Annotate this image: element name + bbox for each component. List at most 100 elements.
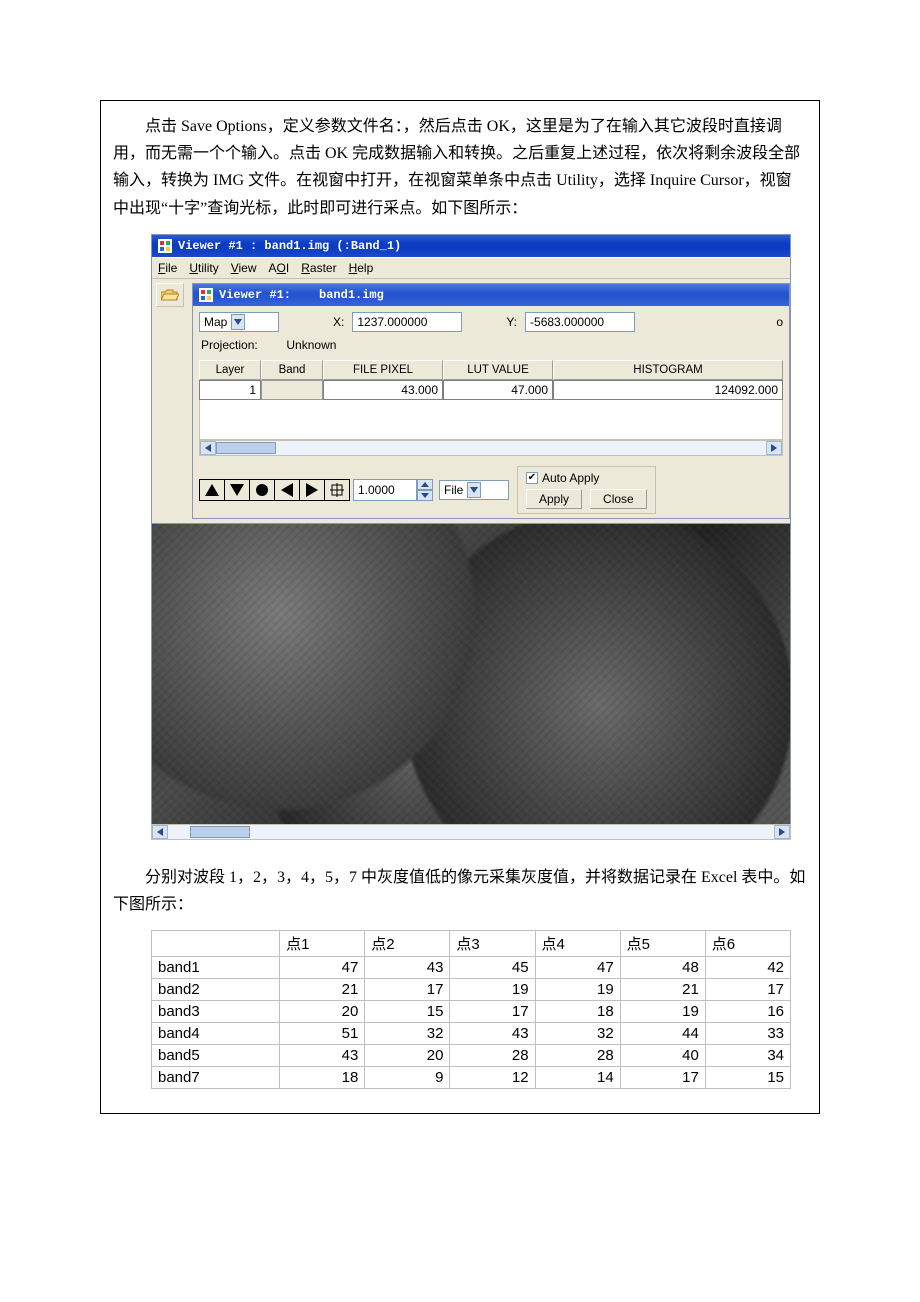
cell-value: 14 xyxy=(535,1067,620,1089)
cell-histogram[interactable]: 124092.000 xyxy=(553,380,783,400)
inquire-titlebar[interactable]: Viewer #1: band1.img xyxy=(193,284,789,306)
open-file-button[interactable] xyxy=(156,283,184,307)
scroll-thumb[interactable] xyxy=(190,826,250,838)
auto-apply-checkbox[interactable]: ✔ Auto Apply xyxy=(526,471,599,485)
row-label: band4 xyxy=(152,1023,280,1045)
cell-band[interactable] xyxy=(261,380,323,400)
cell-value: 18 xyxy=(535,1001,620,1023)
app-logo-icon xyxy=(158,239,172,253)
zoom-value[interactable]: 1.0000 xyxy=(353,479,417,501)
triangle-down-icon[interactable] xyxy=(224,479,250,501)
menu-help[interactable]: Help xyxy=(349,261,374,275)
row-label: band2 xyxy=(152,979,280,1001)
viewer-titlebar[interactable]: Viewer #1 : band1.img (:Band_1) xyxy=(152,235,790,257)
coord-mode-value: Map xyxy=(204,315,227,329)
cell-lut-value[interactable]: 47.000 xyxy=(443,380,553,400)
table-row: band718912141715 xyxy=(152,1067,791,1089)
table-row: band1474345474842 xyxy=(152,957,791,979)
cell-value: 17 xyxy=(365,979,450,1001)
cell-value: 43 xyxy=(280,1045,365,1067)
satellite-image[interactable] xyxy=(151,524,791,824)
row-label: band1 xyxy=(152,957,280,979)
menu-aoi[interactable]: AOI xyxy=(269,261,290,275)
row-label: band5 xyxy=(152,1045,280,1067)
cell-layer[interactable]: 1 xyxy=(199,380,261,400)
menu-utility[interactable]: Utility xyxy=(189,261,218,275)
cell-value: 19 xyxy=(450,979,535,1001)
cell-value: 17 xyxy=(450,1001,535,1023)
cell-value: 12 xyxy=(450,1067,535,1089)
col-p5: 点5 xyxy=(620,931,705,957)
table-header-row: 点1 点2 点3 点4 点5 点6 xyxy=(152,931,791,957)
document-page: 点击 Save Options，定义参数文件名：，然后点击 OK，这里是为了在输… xyxy=(100,100,820,1114)
x-value: 1237.000000 xyxy=(357,315,427,329)
arrow-right-icon[interactable] xyxy=(299,479,325,501)
arrow-left-icon[interactable] xyxy=(274,479,300,501)
menu-file[interactable]: File xyxy=(158,261,177,275)
x-input[interactable]: 1237.000000 xyxy=(352,312,462,332)
crosshair-icon[interactable] xyxy=(324,479,350,501)
cell-value: 48 xyxy=(620,957,705,979)
y-input[interactable]: -5683.000000 xyxy=(525,312,635,332)
zoom-spinner[interactable]: 1.0000 xyxy=(353,479,433,501)
viewer-title: Viewer #1 : band1.img (:Band_1) xyxy=(178,239,401,253)
cell-value: 40 xyxy=(620,1045,705,1067)
cell-value: 32 xyxy=(365,1023,450,1045)
cell-file-pixel[interactable]: 43.000 xyxy=(323,380,443,400)
cell-value: 43 xyxy=(450,1023,535,1045)
col-file-pixel[interactable]: FILE PIXEL xyxy=(323,360,443,380)
col-p4: 点4 xyxy=(535,931,620,957)
cell-value: 19 xyxy=(535,979,620,1001)
col-p6: 点6 xyxy=(705,931,790,957)
viewer-client: Viewer #1: band1.img Map xyxy=(152,279,790,523)
cell-value: 16 xyxy=(705,1001,790,1023)
folder-open-icon xyxy=(161,288,179,302)
cell-value: 15 xyxy=(365,1001,450,1023)
close-button[interactable]: Close xyxy=(590,489,647,509)
scroll-right-button[interactable] xyxy=(766,441,782,455)
inquire-cursor-window: Viewer #1: band1.img Map xyxy=(192,283,790,519)
spinner-up-icon[interactable] xyxy=(417,479,433,490)
triangle-up-icon[interactable] xyxy=(199,479,225,501)
col-layer[interactable]: Layer xyxy=(199,360,261,380)
pixel-table: Layer 1 Band FILE PIXEL 43.000 xyxy=(199,360,783,400)
coord-row: Map X: 1237.000000 Y: xyxy=(199,312,783,332)
scroll-thumb[interactable] xyxy=(216,442,276,454)
circle-icon[interactable] xyxy=(249,479,275,501)
table-hscroll[interactable] xyxy=(199,440,783,456)
cell-value: 43 xyxy=(365,957,450,979)
cell-value: 20 xyxy=(280,1001,365,1023)
table-row: band4513243324433 xyxy=(152,1023,791,1045)
cell-value: 17 xyxy=(705,979,790,1001)
projection-label: Projection: xyxy=(201,338,258,352)
menu-view[interactable]: View xyxy=(231,261,257,275)
cell-value: 32 xyxy=(535,1023,620,1045)
cell-value: 44 xyxy=(620,1023,705,1045)
cell-value: 47 xyxy=(280,957,365,979)
y-label: Y: xyxy=(506,315,517,329)
viewer-window: Viewer #1 : band1.img (:Band_1) File Uti… xyxy=(151,234,791,524)
col-lut-value[interactable]: LUT VALUE xyxy=(443,360,553,380)
scroll-left-button[interactable] xyxy=(200,441,216,455)
menu-raster[interactable]: Raster xyxy=(301,261,336,275)
row-label: band7 xyxy=(152,1067,280,1089)
scroll-left-button[interactable] xyxy=(152,825,168,839)
cell-value: 17 xyxy=(620,1067,705,1089)
overflow-indicator: o xyxy=(776,315,783,329)
scroll-track[interactable] xyxy=(216,441,766,455)
col-band[interactable]: Band xyxy=(261,360,323,380)
viewer-hscroll[interactable] xyxy=(151,824,791,840)
col-histogram[interactable]: HISTOGRAM xyxy=(553,360,783,380)
spinner-down-icon[interactable] xyxy=(417,490,433,501)
scroll-right-button[interactable] xyxy=(774,825,790,839)
projection-value: Unknown xyxy=(286,338,336,352)
scroll-track[interactable] xyxy=(168,825,774,839)
cell-value: 9 xyxy=(365,1067,450,1089)
auto-apply-panel: ✔ Auto Apply Apply Close xyxy=(517,466,656,514)
cell-value: 15 xyxy=(705,1067,790,1089)
app-logo-icon xyxy=(199,288,213,302)
coord-mode-select[interactable]: Map xyxy=(199,312,279,332)
cell-value: 51 xyxy=(280,1023,365,1045)
apply-button[interactable]: Apply xyxy=(526,489,582,509)
mode-select[interactable]: File xyxy=(439,480,509,500)
